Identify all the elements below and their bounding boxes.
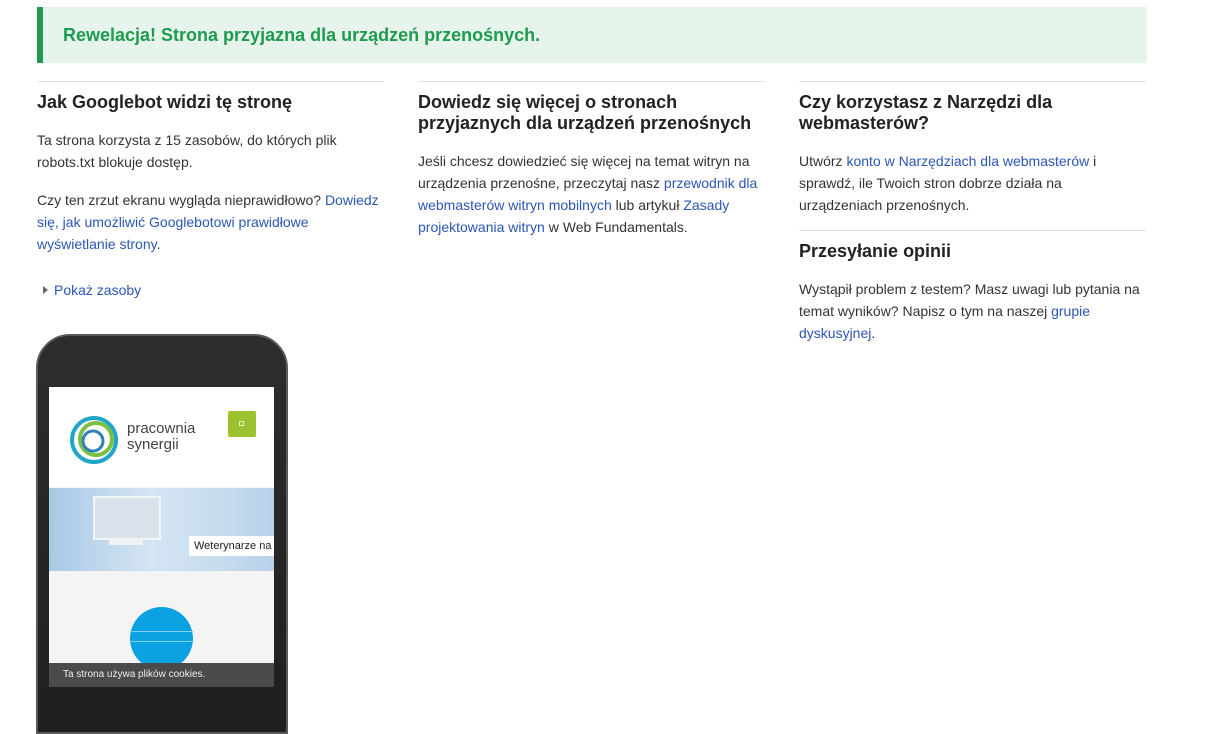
logo-rings-icon	[70, 416, 118, 464]
googlebot-column: Jak Googlebot widzi tę stronę Ta strona …	[37, 81, 384, 301]
monitor-stand	[109, 540, 143, 545]
show-resources-link[interactable]: Pokaż zasoby	[54, 282, 141, 298]
webmaster-tools-title: Czy korzystasz z Narzędzi dla webmasteró…	[799, 92, 1053, 133]
phone-screen: pracownia synergii Weterynarze na Ta str…	[49, 387, 274, 687]
site-header: pracownia synergii	[49, 387, 274, 487]
learn-more-title: Dowiedz się więcej o stronach przyjaznyc…	[418, 92, 752, 133]
monitor-image	[93, 496, 161, 540]
cookie-notice: Ta strona używa plików cookies.	[49, 663, 274, 687]
feedback-title: Przesyłanie opinii	[799, 241, 952, 261]
webmaster-tools-text: Utwórz konto w Narzędziach dla webmaster…	[799, 153, 1097, 213]
learn-more-column: Dowiedz się więcej o stronach przyjaznyc…	[418, 81, 765, 238]
webmaster-account-link[interactable]: konto w Narzędziach dla webmasterów	[846, 153, 1089, 169]
blue-circle-graphic	[130, 607, 193, 670]
feedback-text: Wystąpił problem z testem? Masz uwagi lu…	[799, 281, 1140, 341]
show-resources-toggle[interactable]: Pokaż zasoby	[37, 279, 384, 301]
success-banner: Rewelacja! Strona przyjazna dla urządzeń…	[37, 7, 1147, 63]
screenshot-question: Czy ten zrzut ekranu wygląda nieprawidło…	[37, 192, 379, 252]
banner-text: Rewelacja! Strona przyjazna dla urządzeń…	[63, 25, 541, 45]
hero-label: Weterynarze na	[189, 536, 274, 556]
blocked-resources-text: Ta strona korzysta z 15 zasobów, do któr…	[37, 132, 337, 170]
googlebot-title: Jak Googlebot widzi tę stronę	[37, 92, 293, 112]
hero-banner: Weterynarze na	[49, 488, 274, 571]
menu-icon	[239, 421, 244, 426]
webmaster-tools-column: Czy korzystasz z Narzędzi dla webmasteró…	[799, 81, 1146, 344]
menu-button[interactable]	[228, 411, 256, 437]
divider	[799, 230, 1146, 231]
triangle-right-icon	[43, 286, 48, 294]
learn-more-text: Jeśli chcesz dowiedzieć się więcej na te…	[418, 153, 758, 235]
phone-mockup: pracownia synergii Weterynarze na Ta str…	[36, 334, 288, 734]
site-logo-text: pracownia synergii	[127, 420, 196, 453]
